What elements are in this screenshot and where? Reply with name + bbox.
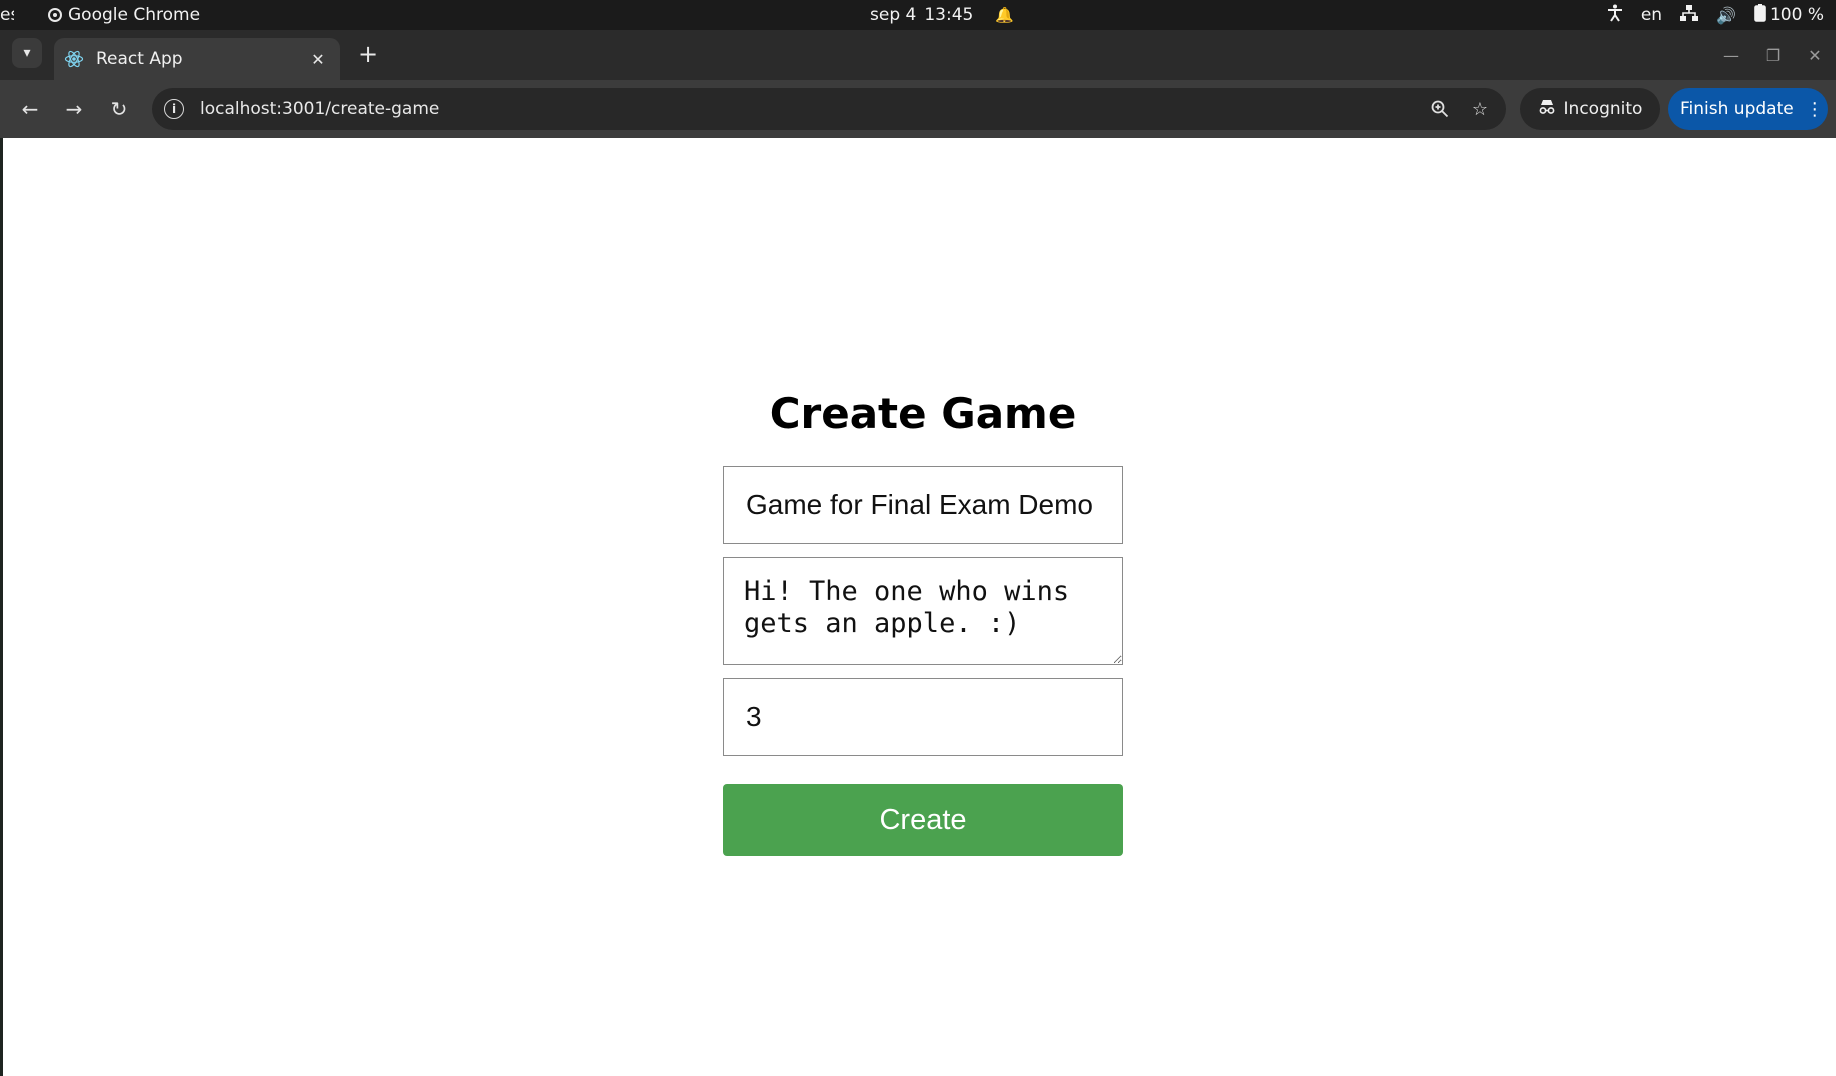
close-window-icon[interactable]: ✕ bbox=[1806, 46, 1824, 65]
more-vert-icon: ⋮ bbox=[1805, 98, 1824, 120]
back-button[interactable]: ← bbox=[14, 93, 46, 125]
minimize-icon[interactable]: — bbox=[1722, 46, 1740, 65]
react-icon bbox=[64, 49, 84, 69]
maximize-icon[interactable]: ❐ bbox=[1764, 46, 1782, 65]
page-viewport: Create Game Hi! The one who wins gets an… bbox=[0, 138, 1836, 1076]
page-title: Create Game bbox=[769, 389, 1077, 438]
reload-icon: ↻ bbox=[110, 97, 128, 121]
battery-percent: 100 % bbox=[1769, 5, 1824, 25]
new-tab-button[interactable]: + bbox=[354, 40, 382, 68]
forward-button[interactable]: → bbox=[58, 93, 90, 125]
chrome-icon bbox=[48, 8, 62, 22]
os-top-bar: es Google Chrome sep 4 13:45 🔔 en 🔊 100 … bbox=[0, 0, 1836, 30]
window-controls: — ❐ ✕ bbox=[1722, 30, 1836, 80]
app-name: Google Chrome bbox=[68, 5, 201, 25]
arrow-left-icon: ← bbox=[21, 97, 39, 121]
plus-icon: + bbox=[357, 40, 379, 68]
notification-bell-icon: 🔔 bbox=[995, 6, 1015, 24]
battery-indicator: 100 % bbox=[1754, 3, 1824, 27]
tab-title: React App bbox=[96, 49, 183, 69]
app-menu[interactable]: Google Chrome bbox=[48, 5, 200, 25]
language-indicator[interactable]: en bbox=[1641, 5, 1662, 25]
chevron-down-icon: ▾ bbox=[23, 45, 31, 61]
bookmark-star-icon[interactable]: ☆ bbox=[1466, 95, 1494, 123]
time-label: 13:45 bbox=[924, 5, 974, 25]
arrow-right-icon: → bbox=[65, 97, 83, 121]
site-info-icon[interactable]: i bbox=[164, 99, 184, 119]
incognito-label: Incognito bbox=[1563, 99, 1643, 119]
create-button[interactable]: Create bbox=[723, 784, 1123, 856]
activities-button[interactable]: es bbox=[0, 5, 14, 25]
system-tray[interactable]: en 🔊 100 % bbox=[1607, 0, 1824, 30]
close-tab-icon[interactable]: ✕ bbox=[306, 47, 330, 71]
incognito-indicator[interactable]: Incognito bbox=[1520, 88, 1660, 130]
accessibility-icon[interactable] bbox=[1607, 4, 1623, 26]
date-label: sep 4 bbox=[870, 5, 917, 25]
tab-strip: ▾ React App ✕ + — ❐ ✕ bbox=[0, 30, 1836, 80]
description-textarea[interactable]: Hi! The one who wins gets an apple. :) bbox=[723, 557, 1123, 665]
tab-react-app[interactable]: React App ✕ bbox=[54, 38, 340, 80]
game-name-input[interactable] bbox=[723, 466, 1123, 544]
finish-update-label: Finish update bbox=[1680, 99, 1794, 119]
incognito-icon bbox=[1538, 99, 1556, 120]
url-text[interactable]: localhost:3001/create-game bbox=[200, 99, 1426, 119]
reload-button[interactable]: ↻ bbox=[103, 93, 135, 125]
network-icon bbox=[1680, 5, 1699, 25]
address-bar[interactable]: i localhost:3001/create-game ☆ bbox=[152, 88, 1506, 130]
browser-toolbar: ← → ↻ i localhost:3001/create-game ☆ Inc… bbox=[0, 80, 1836, 138]
battery-icon bbox=[1754, 3, 1766, 27]
volume-icon: 🔊 bbox=[1716, 5, 1736, 25]
tab-search-button[interactable]: ▾ bbox=[12, 38, 42, 68]
number-input[interactable] bbox=[723, 678, 1123, 756]
finish-update-button[interactable]: Finish update ⋮ bbox=[1668, 88, 1828, 130]
clock[interactable]: sep 4 13:45 🔔 bbox=[870, 0, 1014, 30]
create-game-form: Create Game Hi! The one who wins gets an… bbox=[723, 386, 1123, 856]
zoom-icon[interactable] bbox=[1426, 95, 1454, 123]
